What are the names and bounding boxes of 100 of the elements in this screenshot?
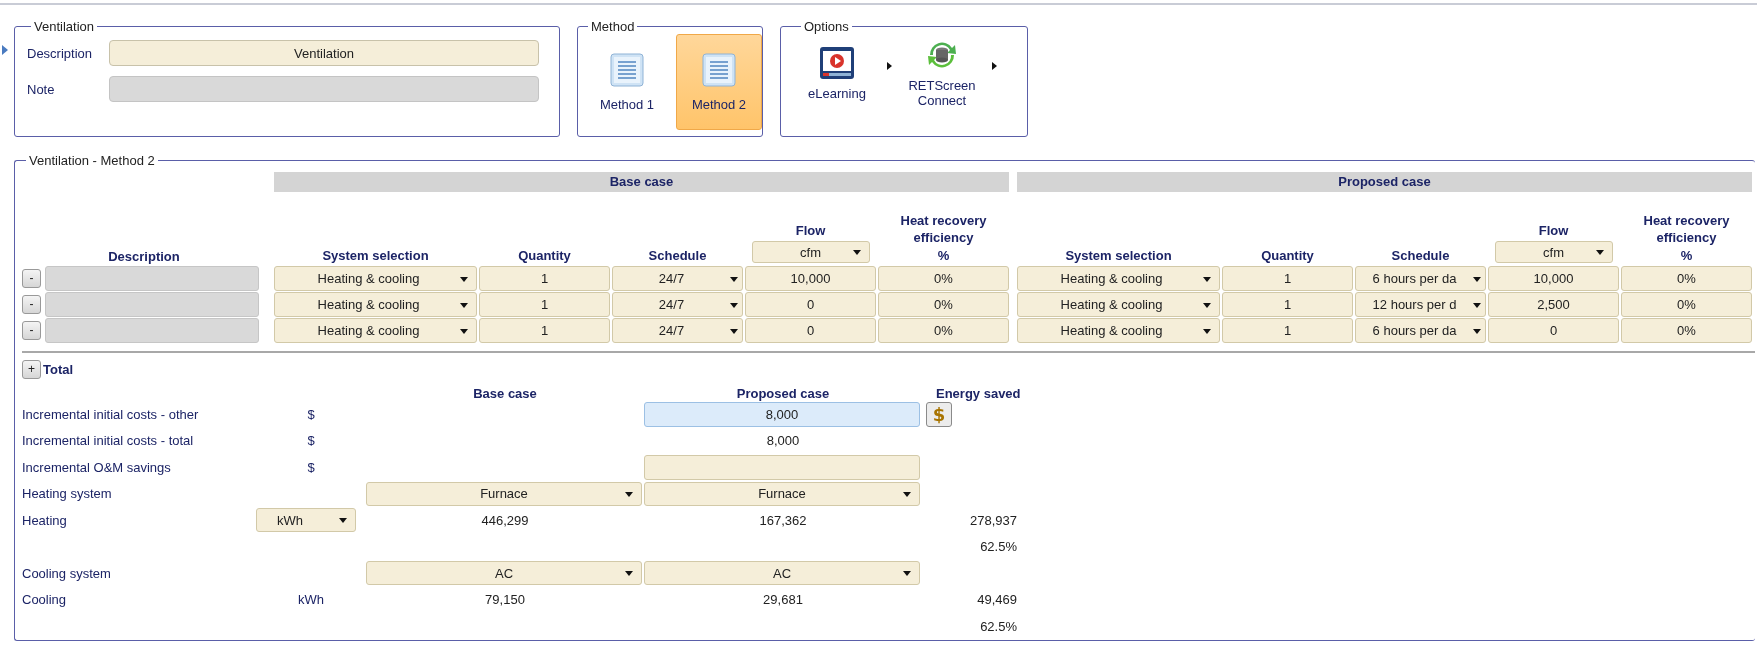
remove-row-button[interactable]: - [22,269,41,288]
flow-field[interactable]: 10,000 [745,266,876,291]
efficiency-field[interactable]: 0% [1621,266,1752,291]
remove-row-button[interactable]: - [22,295,41,314]
flow-field[interactable]: 0 [1488,318,1619,343]
schedule-dropdown[interactable]: 12 hours per d [1355,292,1486,317]
document-icon [702,52,736,87]
flow-field[interactable]: 10,000 [1488,266,1619,291]
quantity-field[interactable]: 1 [479,292,610,317]
document-icon [610,52,644,87]
caret-icon [852,250,861,255]
caret-icon [625,491,633,497]
system-dropdown[interactable]: Furnace [366,481,642,506]
elearning-button[interactable]: eLearning [797,45,877,101]
quantity-field[interactable]: 1 [1222,318,1353,343]
description-field[interactable] [45,318,259,343]
system-dropdown[interactable]: Heating & cooling [1017,266,1220,291]
quantity-field[interactable]: 1 [479,266,610,291]
system-dropdown[interactable]: Heating & cooling [1017,318,1220,343]
caret-icon [730,302,738,308]
caret-icon [1203,276,1211,282]
cost-field[interactable] [644,454,920,480]
value-text: 446,299 [480,512,530,528]
caret-icon [460,328,468,334]
group-title: Ventilation - Method 2 [28,153,156,168]
system-dropdown[interactable]: Heating & cooling [1017,292,1220,317]
remove-row-button[interactable]: - [22,321,41,340]
efficiency-field[interactable]: 0% [878,266,1009,291]
system-dropdown[interactable]: Heating & cooling [274,266,477,291]
group-title: Ventilation [33,19,95,34]
unit-dropdown[interactable]: cfm [1494,241,1613,263]
flow-field[interactable]: 0 [745,318,876,343]
flow-field[interactable]: 0 [745,292,876,317]
expand-button[interactable]: + [22,359,41,379]
schedule-dropdown[interactable]: 24/7 [612,266,743,291]
connect-button[interactable]: RETScreen Connect [902,38,982,108]
schedule-dropdown[interactable]: 24/7 [612,292,743,317]
column-header: Proposed case [735,386,831,401]
schedule-dropdown[interactable]: 24/7 [612,318,743,343]
column-header: Base case [472,386,538,401]
method-button[interactable]: Method 2 [676,34,762,130]
unit-dropdown[interactable]: cfm [751,241,870,263]
caret-icon [1473,302,1481,308]
caret-icon [339,518,347,524]
group-header: Base case [274,172,1009,192]
more-arrow-icon[interactable] [992,62,997,70]
value-text: 29,681 [762,592,804,608]
unit-dropdown[interactable]: kWh [256,508,356,533]
column-header: System selection [1065,248,1172,263]
system-dropdown[interactable]: Furnace [644,481,920,506]
note-field[interactable] [109,76,539,102]
column-header: Flow [1538,223,1569,238]
efficiency-field[interactable]: 0% [878,318,1009,343]
section-title: Total [43,361,74,377]
system-dropdown[interactable]: AC [366,561,642,586]
caret-icon [1203,302,1211,308]
value-text: 8,000 [765,433,801,449]
description-field[interactable] [45,266,259,291]
schedule-dropdown[interactable]: 6 hours per da [1355,318,1486,343]
row-label: Heating system [21,486,113,502]
caret-icon [1473,328,1481,334]
caret-icon [460,276,468,282]
quantity-field[interactable]: 1 [1222,292,1353,317]
caret-icon [1595,250,1604,255]
caret-icon [460,302,468,308]
description-field[interactable]: Ventilation [109,40,539,66]
caret-icon [903,571,911,577]
column-header: Heat recovery efficiency [899,212,988,246]
column-header: Schedule [648,248,707,263]
unit-label: % [937,248,950,263]
efficiency-field[interactable]: 0% [878,292,1009,317]
system-dropdown[interactable]: Heating & cooling [274,318,477,343]
unit-label: $ [307,433,315,449]
unit-label: $ [307,459,315,475]
schedule-dropdown[interactable]: 6 hours per da [1355,266,1486,291]
value-text: 167,362 [758,512,808,528]
column-header: Energy saved [935,386,1022,401]
method-button[interactable]: Method 1 [584,34,670,130]
flow-field[interactable]: 2,500 [1488,292,1619,317]
value-text: 79,150 [484,592,526,608]
group-title: Method [590,19,636,34]
efficiency-field[interactable]: 0% [1621,318,1752,343]
caret-icon [1203,328,1211,334]
caret-icon [730,276,738,282]
column-header: Flow [795,223,826,238]
more-arrow-icon[interactable] [887,62,892,70]
system-dropdown[interactable]: AC [644,561,920,586]
row-label: Incremental O&M savings [21,459,172,475]
group-title: Options [803,19,850,34]
caret-icon [1473,276,1481,282]
system-dropdown[interactable]: Heating & cooling [274,292,477,317]
description-field[interactable] [45,292,259,317]
expand-arrow-icon[interactable] [2,45,8,55]
quantity-field[interactable]: 1 [1222,266,1353,291]
unit-label: kWh [298,592,324,608]
unit-label: $ [307,406,315,422]
column-header: System selection [322,248,429,263]
quantity-field[interactable]: 1 [479,318,610,343]
efficiency-field[interactable]: 0% [1621,292,1752,317]
cost-field[interactable]: 8,000 [644,401,920,427]
